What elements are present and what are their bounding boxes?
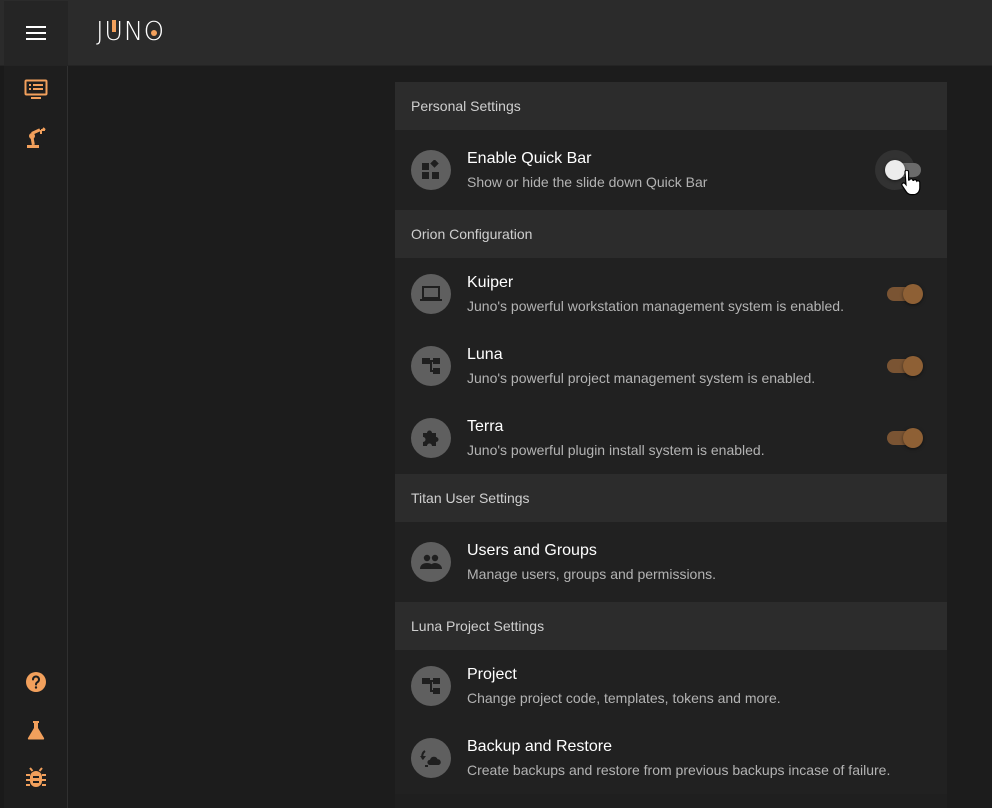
- kuiper-toggle[interactable]: [885, 282, 923, 306]
- setting-subtitle: Juno's powerful project management syste…: [467, 369, 816, 386]
- setting-subtitle: Create backups and restore from previous…: [467, 761, 891, 778]
- setting-kuiper[interactable]: Kuiper Juno's powerful workstation manag…: [395, 258, 947, 330]
- sidebar-item-dashboard[interactable]: [24, 78, 48, 102]
- sidebar-item-bugs[interactable]: [24, 766, 48, 790]
- users-avatar: [411, 542, 451, 582]
- help-icon: [26, 672, 46, 692]
- cloud-sync-icon: [420, 750, 441, 767]
- hamburger-menu-icon: [26, 26, 46, 40]
- puzzle-icon: [423, 430, 439, 446]
- setting-title: Luna: [467, 345, 503, 363]
- setting-subtitle: Show or hide the slide down Quick Bar: [467, 173, 708, 190]
- section-header-personal: Personal Settings: [395, 82, 947, 130]
- luna-avatar: [411, 346, 451, 386]
- quick-bar-avatar: [411, 150, 451, 190]
- setting-title: Terra: [467, 417, 504, 435]
- widgets-icon: [422, 160, 439, 179]
- account-tree-icon: [422, 678, 440, 694]
- terra-toggle[interactable]: [885, 426, 923, 450]
- sidebar-item-robot[interactable]: [24, 126, 48, 150]
- setting-luna[interactable]: Luna Juno's powerful project management …: [395, 330, 947, 402]
- setting-title: Project: [467, 665, 517, 683]
- setting-project[interactable]: Project Change project code, templates, …: [395, 650, 947, 722]
- kuiper-avatar: [411, 274, 451, 314]
- sidebar-item-lab[interactable]: [24, 718, 48, 742]
- luna-toggle[interactable]: [885, 354, 923, 378]
- app-bar: JUNO: [0, 0, 992, 66]
- section-header-luna-project: Luna Project Settings: [395, 602, 947, 650]
- setting-users-groups[interactable]: Users and Groups Manage users, groups an…: [395, 522, 947, 602]
- terra-avatar: [411, 418, 451, 458]
- backup-avatar: [411, 738, 451, 778]
- account-tree-icon: [422, 358, 440, 374]
- people-icon: [420, 554, 442, 569]
- hand-cursor-icon: [901, 170, 921, 196]
- project-avatar: [411, 666, 451, 706]
- robot-arm-icon: [27, 127, 46, 148]
- laptop-icon: [420, 286, 442, 301]
- setting-subtitle: Manage users, groups and permissions.: [467, 565, 717, 582]
- setting-subtitle: Juno's powerful plugin install system is…: [467, 441, 765, 458]
- setting-title: Kuiper: [467, 273, 514, 291]
- bug-icon: [26, 767, 46, 787]
- setting-title: Backup and Restore: [467, 737, 612, 755]
- setting-title: Enable Quick Bar: [467, 149, 592, 167]
- setting-terra[interactable]: Terra Juno's powerful plugin install sys…: [395, 402, 947, 474]
- setting-backup-restore[interactable]: Backup and Restore Create backups and re…: [395, 722, 947, 794]
- sidebar: [4, 66, 68, 808]
- section-header-titan: Titan User Settings: [395, 474, 947, 522]
- quick-bar-toggle[interactable]: [875, 150, 923, 196]
- flask-icon: [27, 721, 45, 740]
- setting-subtitle: Juno's powerful workstation management s…: [467, 297, 844, 314]
- settings-panel: Personal Settings Enable Quick Bar Show …: [395, 82, 947, 808]
- section-header-orion: Orion Configuration: [395, 210, 947, 258]
- juno-logo: JUNO: [96, 17, 165, 47]
- sidebar-item-help[interactable]: [24, 670, 48, 694]
- setting-subtitle: Change project code, templates, tokens a…: [467, 689, 781, 706]
- setting-quick-bar[interactable]: Enable Quick Bar Show or hide the slide …: [395, 130, 947, 210]
- setting-title: Users and Groups: [467, 541, 597, 559]
- dashboard-list-icon: [24, 79, 48, 99]
- menu-button[interactable]: [4, 1, 68, 65]
